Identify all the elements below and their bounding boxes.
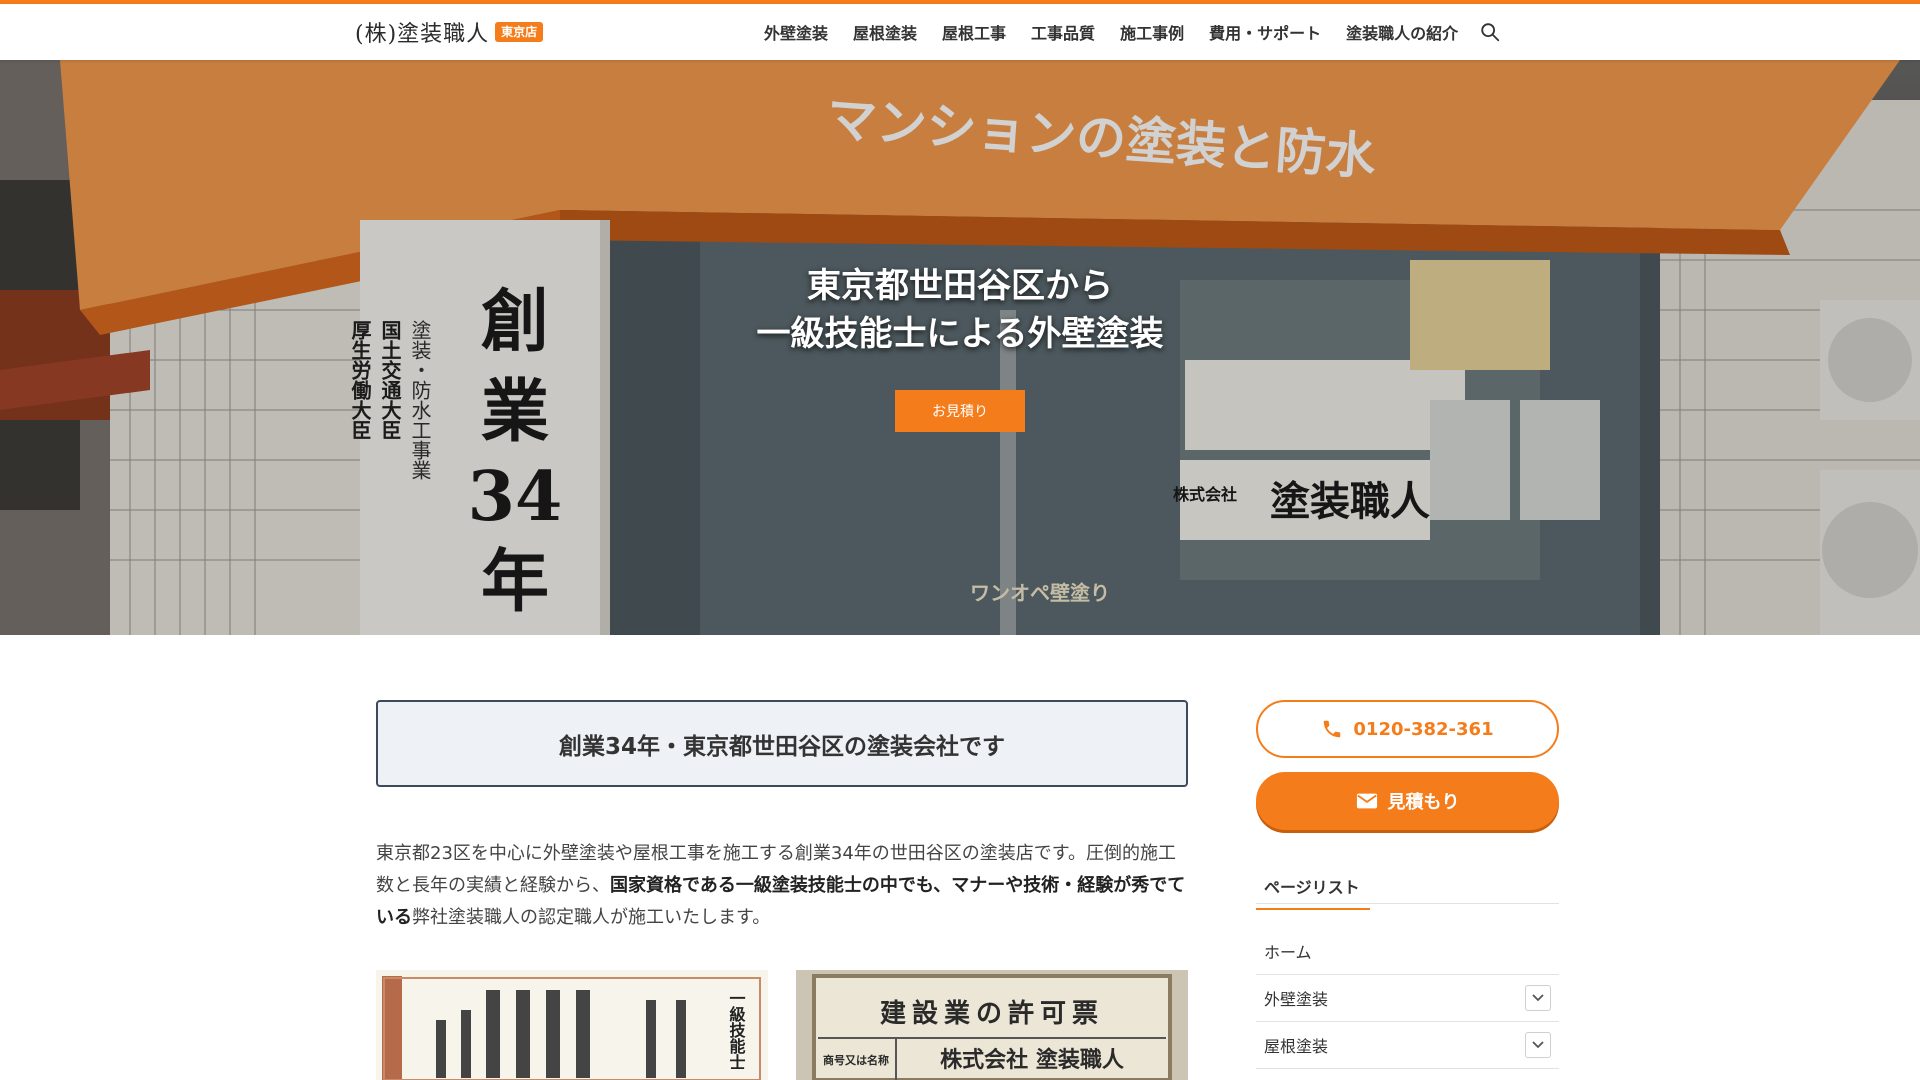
phone-icon <box>1324 720 1341 738</box>
hero-title-line2: 一級技能士による外壁塗装 <box>756 314 1164 354</box>
intro-text-2: 弊社塗装職人の認定職人が施工いたします。 <box>412 907 771 928</box>
chevron-down-icon <box>1532 1041 1544 1049</box>
nav-work-quality[interactable]: 工事品質 <box>1031 20 1095 44</box>
nav-craftsmen[interactable]: 塗装職人の紹介 <box>1346 20 1458 44</box>
page-item-roof-painting[interactable]: 屋根塗装 <box>1256 1022 1559 1069</box>
site-header: (株)塗装職人 東京店 外壁塗装 屋根塗装 屋根工事 工事品質 施工事例 費用・… <box>0 4 1920 60</box>
site-logo[interactable]: (株)塗装職人 東京店 <box>355 16 544 48</box>
expand-toggle[interactable] <box>1525 1032 1551 1058</box>
estimate-button[interactable]: お見積り <box>895 390 1025 432</box>
page-list: ホーム 外壁塗装 屋根塗装 <box>1256 928 1559 1069</box>
page-item-label: ホーム <box>1264 943 1312 962</box>
main-nav: 外壁塗装 屋根塗装 屋根工事 工事品質 施工事例 費用・サポート 塗装職人の紹介 <box>764 16 1501 48</box>
certificate-graphic: 一級技能士 <box>376 970 768 1080</box>
hero-section: マンションの塗装と防水 創 業 34 年 塗装・防水工事業 国土交通大臣 厚生労… <box>0 60 1920 635</box>
certificate-image: 一級技能士 <box>376 970 768 1080</box>
license-board-graphic: 建設業の許可票 商号又は名称 株式会社 塗装職人 <box>796 970 1188 1080</box>
page-item-label: 外壁塗装 <box>1264 990 1329 1009</box>
quote-label: 見積もり <box>1387 792 1460 813</box>
page-item-home[interactable]: ホーム <box>1256 928 1559 975</box>
page-list-heading: ページリスト <box>1256 868 1559 910</box>
logo-text: (株)塗装職人 <box>355 22 490 47</box>
hero-title: 東京都世田谷区から 一級技能士による外壁塗装 <box>660 262 1260 358</box>
phone-number: 0120-382-361 <box>1353 718 1494 740</box>
license-board-name: 株式会社 塗装職人 <box>940 1047 1124 1073</box>
page-list-title: ページリスト <box>1256 868 1370 910</box>
nav-roof-painting[interactable]: 屋根塗装 <box>853 20 917 44</box>
quote-button[interactable]: 見積もり <box>1256 772 1559 830</box>
phone-button[interactable]: 0120-382-361 <box>1256 700 1559 758</box>
nav-exterior-painting[interactable]: 外壁塗装 <box>764 20 828 44</box>
section-heading: 創業34年・東京都世田谷区の塗装会社です <box>558 733 1005 760</box>
hero-title-line1: 東京都世田谷区から <box>807 266 1113 306</box>
page-item-label: 屋根塗装 <box>1264 1037 1329 1056</box>
license-board-image: 建設業の許可票 商号又は名称 株式会社 塗装職人 <box>796 970 1188 1080</box>
nav-roof-work[interactable]: 屋根工事 <box>942 20 1006 44</box>
nav-cost-support[interactable]: 費用・サポート <box>1209 20 1321 44</box>
license-board-title: 建設業の許可票 <box>880 998 1104 1029</box>
section-heading-box: 創業34年・東京都世田谷区の塗装会社です <box>376 700 1188 787</box>
search-icon[interactable] <box>1479 21 1501 43</box>
branch-badge: 東京店 <box>495 22 544 42</box>
expand-toggle[interactable] <box>1525 985 1551 1011</box>
chevron-down-icon <box>1532 994 1544 1002</box>
cert1-text: 一級技能士 <box>727 990 746 1070</box>
license-board-label: 商号又は名称 <box>823 1053 889 1067</box>
intro-paragraph: 東京都23区を中心に外壁塗装や屋根工事を施工する創業34年の世田谷区の塗装店です… <box>376 838 1188 934</box>
mail-icon <box>1356 793 1377 809</box>
page-item-exterior-painting[interactable]: 外壁塗装 <box>1256 975 1559 1022</box>
nav-case-studies[interactable]: 施工事例 <box>1120 20 1184 44</box>
